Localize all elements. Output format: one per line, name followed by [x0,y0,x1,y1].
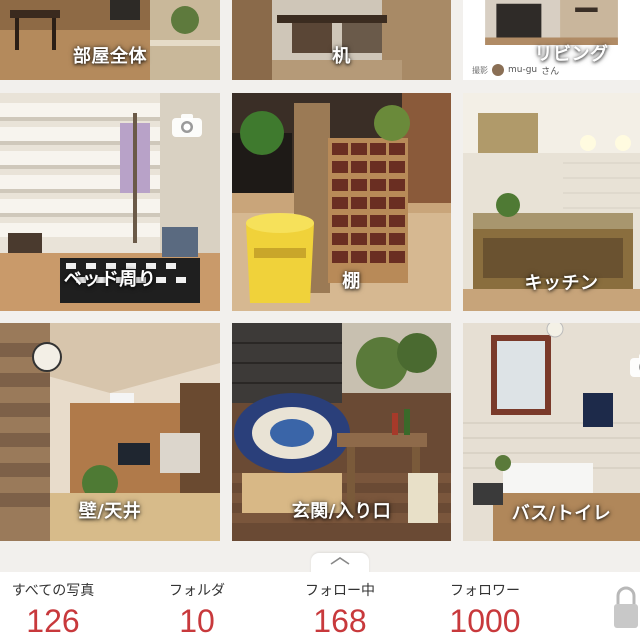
room-tile-label: バス/トイレ [511,503,612,524]
stat-label: フォルダ [169,583,225,599]
room-tile-entrance[interactable]: 玄関/入り口 [232,323,451,541]
room-tile-label: キッチン [524,273,599,294]
camera-icon[interactable] [170,111,204,139]
room-tile-label: 壁/天井 [78,501,142,522]
room-tile-label: 机 [332,46,351,67]
room-photo [232,0,451,80]
owner-name: mu-gu [508,65,538,75]
stat-value: 10 [179,603,215,639]
profile-screen: 部屋全体 机 リビング 撮影 mu-gu さん ベッド周り 棚 キッチン 壁/天… [0,0,640,640]
stat-label: すべての写真 [11,583,95,599]
owner-suffix: さん [541,66,560,77]
stat-value: 126 [26,603,80,639]
profile-stats-bar: すべての写真 126 フォルダ 10 フォロー中 168 フォロワー 1000 [0,572,640,640]
chevron-up-icon [330,557,350,565]
stat-label: フォロワー [450,583,520,599]
room-tile-kitchen[interactable]: キッチン [463,93,640,311]
room-photo [0,0,220,80]
stat-value: 1000 [449,603,521,639]
room-tile-wall-ceiling[interactable]: 壁/天井 [0,323,220,541]
room-tile-label: ベッド周り [63,269,157,290]
stat-folders[interactable]: フォルダ 10 [147,580,247,640]
stat-following[interactable]: フォロー中 168 [290,580,390,640]
avatar [492,64,504,76]
stat-all-photos[interactable]: すべての写真 126 [0,580,106,640]
room-tile-shelf[interactable]: 棚 [232,93,451,311]
room-tile-bedside[interactable]: ベッド周り [0,93,220,311]
room-tile-bath-toilet[interactable]: バス/トイレ [463,323,640,541]
camera-icon[interactable] [628,351,640,379]
room-tile-label: 棚 [342,271,361,292]
stat-value: 168 [313,603,367,639]
room-tile-label: 玄関/入り口 [291,501,392,522]
room-category-grid: 部屋全体 机 リビング 撮影 mu-gu さん ベッド周り 棚 キッチン 壁/天… [0,0,640,560]
room-tile-label: 部屋全体 [73,46,147,67]
room-tile-desk[interactable]: 机 [232,0,451,80]
photo-owner[interactable]: 撮影 mu-gu さん [472,62,559,78]
owner-badge: 撮影 [472,65,488,75]
stat-followers[interactable]: フォロワー 1000 [430,580,540,640]
lock-icon[interactable] [612,584,640,632]
stat-label: フォロー中 [305,583,375,599]
room-tile-whole-room[interactable]: 部屋全体 [0,0,220,80]
